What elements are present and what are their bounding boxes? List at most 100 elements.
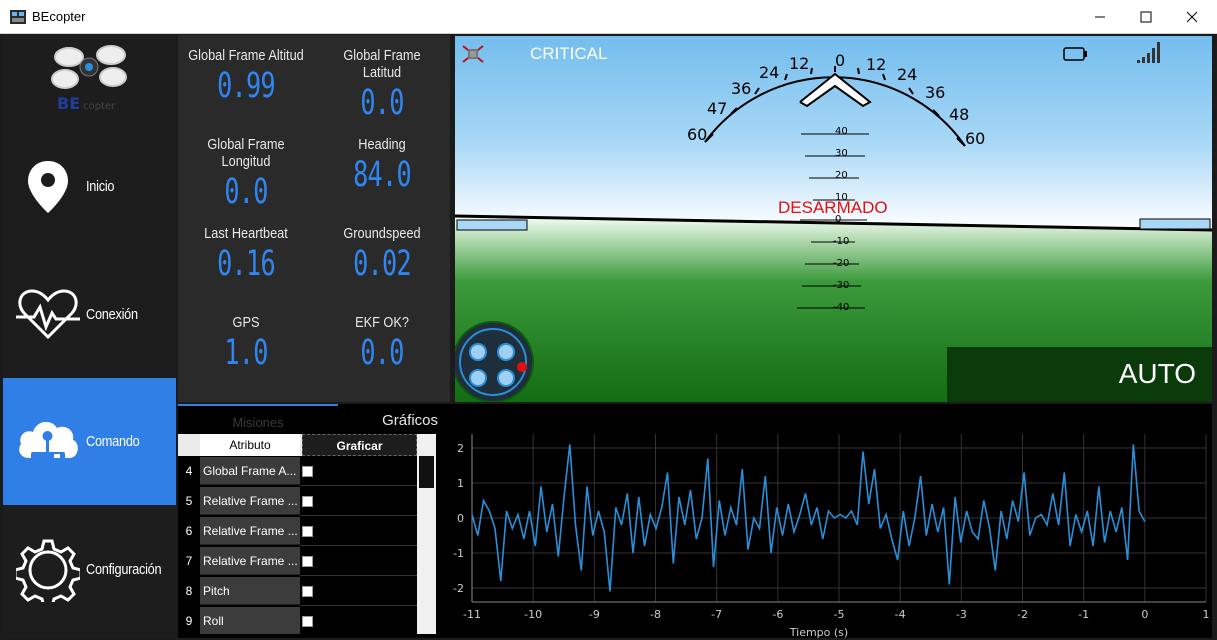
x-tick-label: -2 <box>1017 608 1028 621</box>
y-tick-label: 2 <box>457 442 464 455</box>
tab-graficos[interactable]: Gráficos <box>338 404 438 434</box>
attitude-hud: 60 47 36 24 12 0 12 24 36 48 60 40 30 20… <box>455 36 1212 402</box>
sidebar-item-configuracion[interactable]: Configuración <box>3 506 176 633</box>
x-tick-label: 1 <box>1203 608 1210 621</box>
roll-label: 24 <box>897 65 917 84</box>
telemetry-value: 84.0 <box>353 155 412 195</box>
plot-checkbox[interactable] <box>302 526 313 537</box>
plot-checkbox[interactable] <box>302 466 313 477</box>
x-axis-label: Tiempo (s) <box>789 626 848 638</box>
plot-checkbox[interactable] <box>302 496 313 507</box>
table-row[interactable]: 9 Roll <box>178 606 417 634</box>
pitch-label: -10 <box>833 236 849 247</box>
maximize-button[interactable] <box>1123 0 1169 34</box>
flight-mode-text: AUTO <box>1118 358 1196 389</box>
cloud-joystick-icon <box>15 409 81 475</box>
row-plot-cell <box>300 486 417 516</box>
sidebar-item-inicio[interactable]: Inicio <box>3 123 176 250</box>
sidebar: BE copter Inicio Conexión Comando Config <box>3 35 176 638</box>
telemetry-label: Global Frame Latitud <box>343 47 421 81</box>
minimize-button[interactable] <box>1077 0 1123 34</box>
telemetry-latitude: Global Frame Latitud 0.0 <box>314 35 450 124</box>
table-row[interactable]: 5 Relative Frame ... <box>178 486 417 516</box>
column-header-plot[interactable]: Graficar <box>302 434 417 456</box>
table-row[interactable]: 7 Relative Frame ... <box>178 546 417 576</box>
close-button[interactable] <box>1169 0 1215 34</box>
telemetry-label: GPS <box>232 314 260 331</box>
table-row[interactable]: 8 Pitch <box>178 576 417 606</box>
sidebar-item-comando[interactable]: Comando <box>3 378 176 505</box>
telemetry-label: Groundspeed <box>343 225 421 242</box>
y-tick-label: -2 <box>453 582 464 595</box>
telemetry-value: 0.0 <box>224 172 268 212</box>
x-tick-label: -11 <box>463 608 481 621</box>
row-number: 4 <box>185 464 193 478</box>
svg-text:copter: copter <box>83 101 116 112</box>
y-tick-label: 0 <box>457 512 464 525</box>
telemetry-value: 0.16 <box>217 244 276 284</box>
row-attribute: Relative Frame ... <box>200 517 300 545</box>
quad-indicator <box>455 321 534 402</box>
plot-checkbox[interactable] <box>302 556 313 567</box>
x-tick-label: 0 <box>1141 608 1148 621</box>
roll-label: 24 <box>759 63 779 82</box>
scrollbar-thumb[interactable] <box>419 456 434 488</box>
row-attribute: Global Frame A... <box>200 457 300 485</box>
column-header-attribute[interactable]: Atributo <box>200 434 300 456</box>
roll-label: 47 <box>707 99 727 118</box>
roll-label: 48 <box>949 105 969 124</box>
telemetry-gps: GPS 1.0 <box>178 302 314 391</box>
x-tick-label: -9 <box>589 608 600 621</box>
sidebar-item-conexion[interactable]: Conexión <box>3 251 176 378</box>
attribute-table: Atributo Graficar 4 Global Frame A... 5 … <box>178 434 436 634</box>
maximize-icon <box>1140 11 1152 23</box>
x-tick-label: -6 <box>772 608 783 621</box>
x-tick-label: -4 <box>895 608 906 621</box>
row-number: 9 <box>185 614 193 628</box>
window-title: BEcopter <box>32 9 86 24</box>
row-number: 8 <box>185 584 193 598</box>
roll-label: 12 <box>866 55 886 74</box>
roll-label: 60 <box>965 129 985 148</box>
app-icon <box>10 10 26 24</box>
row-attribute: Roll <box>200 607 300 634</box>
sidebar-item-label: Comando <box>86 433 140 450</box>
roll-label: 12 <box>789 54 809 73</box>
x-tick-label: -10 <box>524 608 542 621</box>
sidebar-item-label: Configuración <box>86 561 162 578</box>
pitch-label: -30 <box>833 280 849 291</box>
row-number: 5 <box>185 494 193 508</box>
roll-label: 36 <box>925 83 945 102</box>
plot-checkbox[interactable] <box>302 616 313 627</box>
tab-misiones[interactable]: Misiones <box>178 404 338 434</box>
telemetry-ekf: EKF OK? 0.0 <box>314 302 450 391</box>
table-row[interactable]: 6 Relative Frame ... <box>178 516 417 546</box>
row-plot-cell <box>300 546 417 576</box>
roll-label: 60 <box>687 125 707 144</box>
telemetry-panel: Global Frame Altitud 0.99 Global Frame L… <box>178 35 450 402</box>
table-row[interactable]: 4 Global Frame A... <box>178 456 417 486</box>
x-tick-label: -7 <box>711 608 722 621</box>
row-plot-cell <box>300 516 417 546</box>
telemetry-value: 1.0 <box>224 333 268 373</box>
telemetry-label: Heading <box>358 136 406 153</box>
telemetry-last-heartbeat: Last Heartbeat 0.16 <box>178 213 314 302</box>
minimize-icon <box>1095 16 1105 18</box>
bottom-panel: Misiones Gráficos Atributo Graficar 4 Gl… <box>178 404 1212 638</box>
row-attribute: Pitch <box>200 577 300 605</box>
sidebar-item-label: Conexión <box>86 306 138 323</box>
pitch-label: 20 <box>835 170 848 181</box>
plot-checkbox[interactable] <box>302 586 313 597</box>
row-plot-cell <box>300 606 417 634</box>
row-attribute: Relative Frame ... <box>200 547 300 575</box>
row-number: 7 <box>185 554 193 568</box>
table-scrollbar[interactable] <box>417 434 436 634</box>
telemetry-groundspeed: Groundspeed 0.02 <box>314 213 450 302</box>
tab-bar: Misiones Gráficos <box>178 404 440 434</box>
y-tick-label: 1 <box>457 477 464 490</box>
telemetry-label: Global Frame Altitud <box>188 47 304 64</box>
x-tick-label: -8 <box>650 608 661 621</box>
x-tick-label: -5 <box>834 608 845 621</box>
svg-text:BE: BE <box>57 94 80 113</box>
becopter-logo: BE copter <box>51 45 127 113</box>
